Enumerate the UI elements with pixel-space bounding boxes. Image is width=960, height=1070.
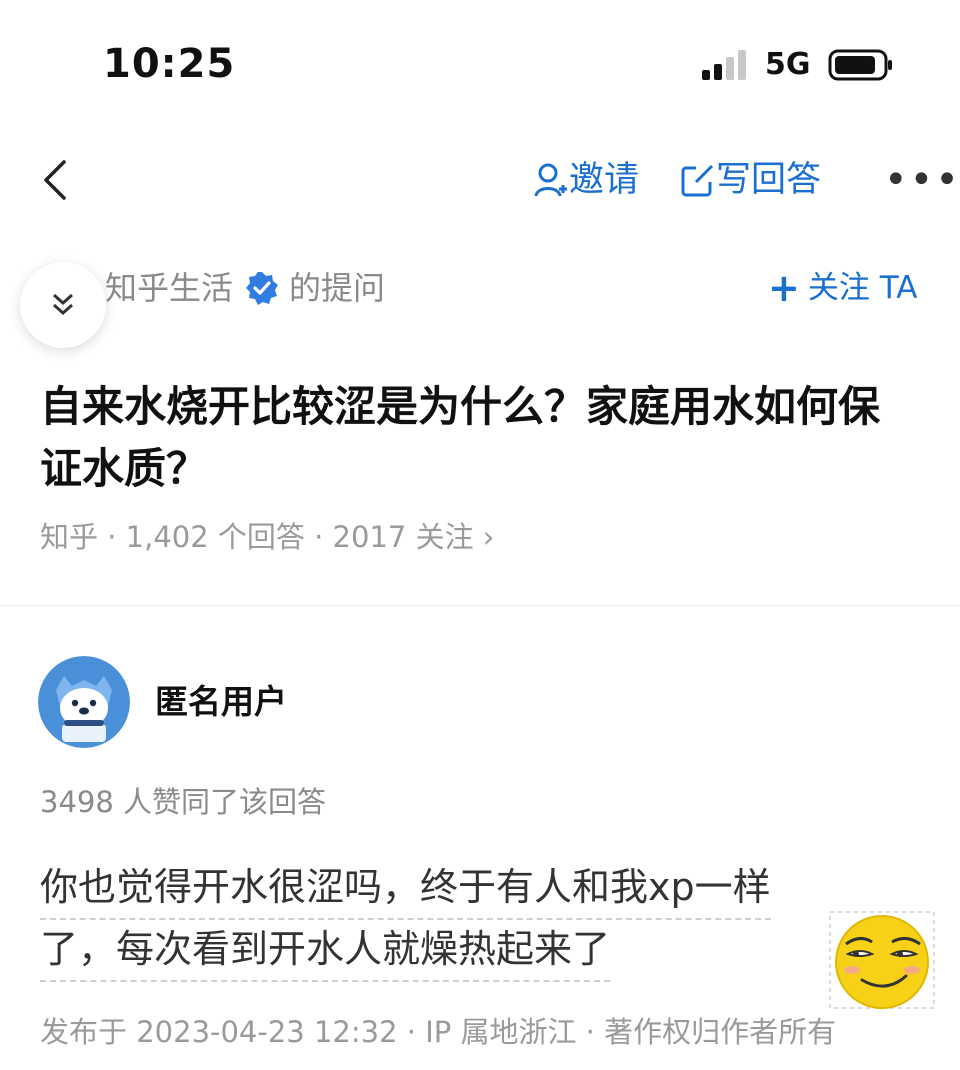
question-author-suffix: 的提问 [289, 269, 386, 307]
signal-strength-icon [702, 50, 746, 80]
collapse-button[interactable] [20, 262, 106, 348]
invite-button[interactable]: 邀请 [533, 158, 639, 202]
write-answer-label: 写回答 [716, 160, 822, 200]
write-answer-button[interactable]: 写回答 [680, 158, 821, 202]
answer-author-name[interactable]: 匿名用户 [155, 680, 287, 724]
answer-content-line: 你也觉得开水很涩吗，终于有人和我xp一样 [40, 858, 771, 920]
question-author-name[interactable]: 知乎生活 [105, 266, 233, 310]
follow-label: 关注 TA [807, 270, 918, 306]
question-author-row: 知乎生活 的提问 [105, 266, 385, 310]
invite-label: 邀请 [569, 160, 640, 200]
divider [0, 605, 960, 606]
plus-icon: + [768, 266, 800, 310]
more-options-icon[interactable]: ••• [884, 160, 960, 200]
question-title[interactable]: 自来水烧开比较涩是为什么？家庭用水如何保证水质？ [40, 376, 920, 500]
back-chevron-icon[interactable] [38, 158, 74, 202]
verified-badge-icon [246, 272, 279, 305]
network-type: 5G [765, 47, 811, 82]
battery-icon [828, 49, 892, 81]
status-time: 10:25 [103, 41, 236, 87]
double-chevron-down-icon [53, 293, 73, 316]
answer-content-line: 了，每次看到开水人就燥热起来了 [40, 920, 611, 982]
answer-footer: 发布于 2023-04-23 12:32 · IP 属地浙江 · 著作权归作者所… [40, 1015, 837, 1049]
anonymous-avatar[interactable] [38, 656, 130, 748]
smirk-emoji-sticker [829, 911, 935, 1009]
answer-content[interactable]: 你也觉得开水很涩吗，终于有人和我xp一样 了，每次看到开水人就燥热起来了 [40, 858, 860, 982]
vote-count-text: 3498 人赞同了该回答 [40, 785, 327, 819]
question-meta[interactable]: 知乎 · 1,402 个回答 · 2017 关注 › [40, 515, 494, 559]
follow-button[interactable]: + 关注 TA [768, 266, 917, 310]
edit-icon [681, 164, 714, 197]
person-add-icon [534, 163, 567, 197]
